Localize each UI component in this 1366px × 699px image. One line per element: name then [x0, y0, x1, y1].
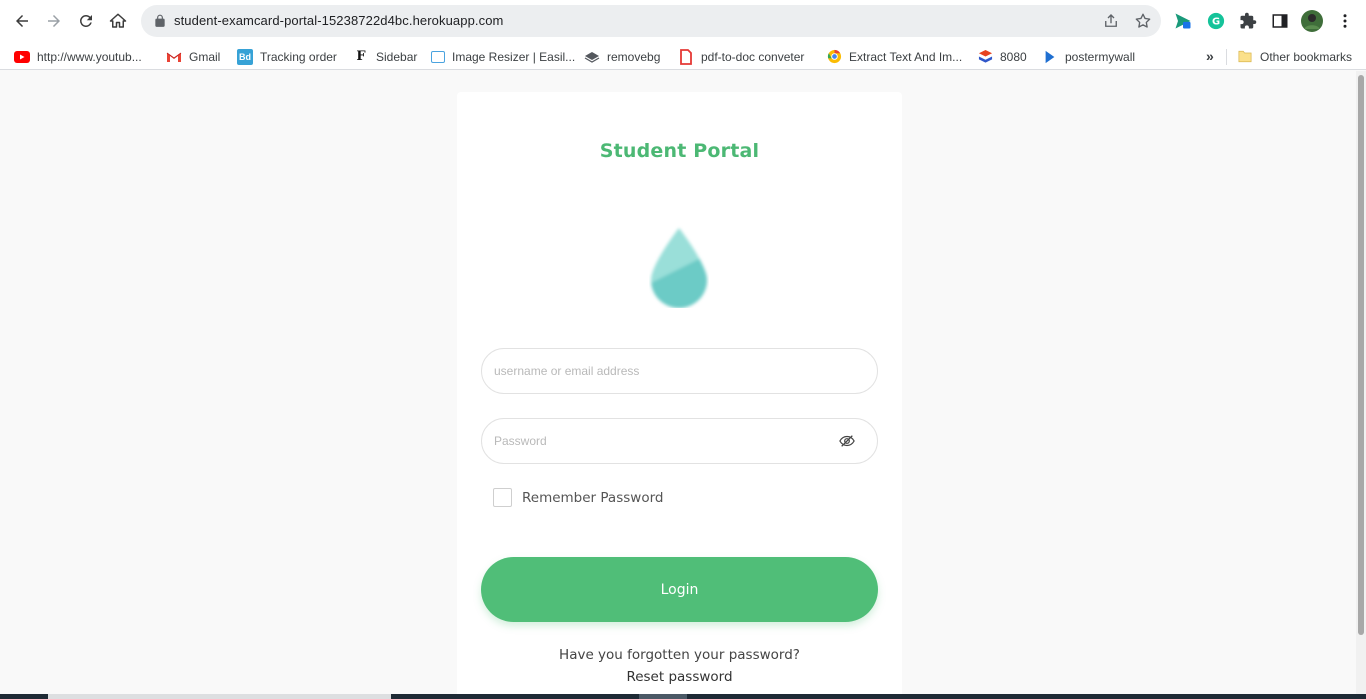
bookmark-label: 8080: [1000, 49, 1027, 64]
bookmark-removebg[interactable]: removebg: [584, 48, 660, 65]
username-input[interactable]: [494, 349, 834, 393]
login-card: Student Portal username or email address…: [457, 92, 902, 699]
password-field[interactable]: [481, 418, 878, 464]
page-title: Student Portal: [599, 140, 760, 162]
bookmarks-overflow-chevron-icon[interactable]: »: [1206, 47, 1214, 64]
address-bar[interactable]: student-examcard-portal-15238722d4bc.her…: [141, 5, 1161, 37]
taskbar-strip: [0, 694, 1366, 699]
reset-password-link[interactable]: Reset password: [457, 669, 902, 685]
scrollbar-thumb[interactable]: [1358, 75, 1364, 635]
bookmark-label: Image Resizer | Easil...: [452, 49, 576, 64]
bookmark-gmail[interactable]: Gmail: [166, 48, 220, 65]
other-bookmarks[interactable]: Other bookmarks: [1237, 48, 1352, 65]
taskbar-segment: [48, 694, 391, 699]
pdf-icon: [678, 48, 694, 65]
share-icon[interactable]: [1102, 12, 1120, 30]
menu-kebab-icon[interactable]: [1335, 11, 1355, 31]
stack-icon: [977, 49, 993, 65]
bookmark-star-icon[interactable]: [1134, 12, 1152, 30]
bookmark-sidebar[interactable]: F Sidebar: [353, 48, 417, 65]
bd-icon: Bd: [237, 48, 253, 65]
taskbar-segment: [639, 694, 687, 699]
bookmarks-bar: http://www.youtub... Gmail Bd Tracking o…: [0, 42, 1366, 70]
remember-password-row[interactable]: Remember Password: [493, 488, 663, 507]
bookmark-image-resizer[interactable]: Image Resizer | Easil...: [431, 48, 575, 65]
bookmark-postermywall[interactable]: postermywall: [1042, 48, 1135, 65]
login-button[interactable]: Login: [481, 557, 878, 622]
f-icon: F: [356, 49, 366, 64]
remember-label: Remember Password: [522, 489, 664, 506]
bookmark-8080[interactable]: 8080: [977, 48, 1027, 65]
forward-arrow-icon[interactable]: [42, 9, 66, 33]
extensions-puzzle-icon[interactable]: [1238, 11, 1258, 31]
browser-toolbar: student-examcard-portal-15238722d4bc.her…: [0, 0, 1366, 42]
bookmarks-divider: [1226, 49, 1227, 65]
water-drop-logo-icon: [651, 228, 707, 308]
bookmark-extract-text[interactable]: Extract Text And Im...: [826, 48, 962, 65]
remember-checkbox[interactable]: [493, 488, 512, 507]
bookmark-label: Sidebar: [376, 49, 418, 64]
eye-slash-icon[interactable]: [839, 434, 855, 448]
home-icon[interactable]: [106, 9, 130, 33]
image-resizer-icon: [431, 50, 445, 63]
bookmark-label: pdf-to-doc conveter: [701, 49, 805, 64]
reload-icon[interactable]: [74, 9, 98, 33]
bookmark-youtube[interactable]: http://www.youtub...: [14, 48, 142, 65]
bookmark-label: Gmail: [189, 49, 221, 64]
lock-icon: [155, 14, 165, 27]
bookmark-pdf-to-doc[interactable]: pdf-to-doc conveter: [678, 48, 804, 65]
username-field[interactable]: [481, 348, 878, 394]
bookmark-label: Tracking order: [260, 49, 337, 64]
bookmark-label: postermywall: [1065, 49, 1136, 64]
bookmark-label: http://www.youtub...: [37, 49, 142, 64]
forgot-password-text: Have you forgotten your password?: [559, 647, 800, 663]
other-bookmarks-label: Other bookmarks: [1260, 49, 1353, 64]
back-arrow-icon[interactable]: [10, 9, 34, 33]
gmail-icon: [166, 49, 182, 65]
bookmark-label: removebg: [607, 49, 661, 64]
password-input[interactable]: [494, 419, 834, 463]
bookmark-tracking-order[interactable]: Bd Tracking order: [237, 48, 337, 65]
svg-text:G: G: [1212, 17, 1220, 28]
chrome-icon: [826, 49, 842, 65]
postermywall-icon: [1042, 49, 1058, 65]
send-extension-icon[interactable]: [1173, 11, 1193, 31]
url-text: student-examcard-portal-15238722d4bc.her…: [174, 13, 504, 28]
youtube-icon: [14, 49, 30, 65]
side-panel-icon[interactable]: [1270, 11, 1290, 31]
layers-icon: [584, 49, 600, 65]
grammarly-icon[interactable]: G: [1206, 11, 1226, 31]
folder-icon: [1237, 49, 1253, 65]
bookmark-label: Extract Text And Im...: [849, 49, 963, 64]
page-viewport: Student Portal username or email address…: [0, 71, 1356, 699]
profile-avatar[interactable]: [1301, 10, 1323, 32]
scrollbar[interactable]: [1356, 71, 1366, 699]
